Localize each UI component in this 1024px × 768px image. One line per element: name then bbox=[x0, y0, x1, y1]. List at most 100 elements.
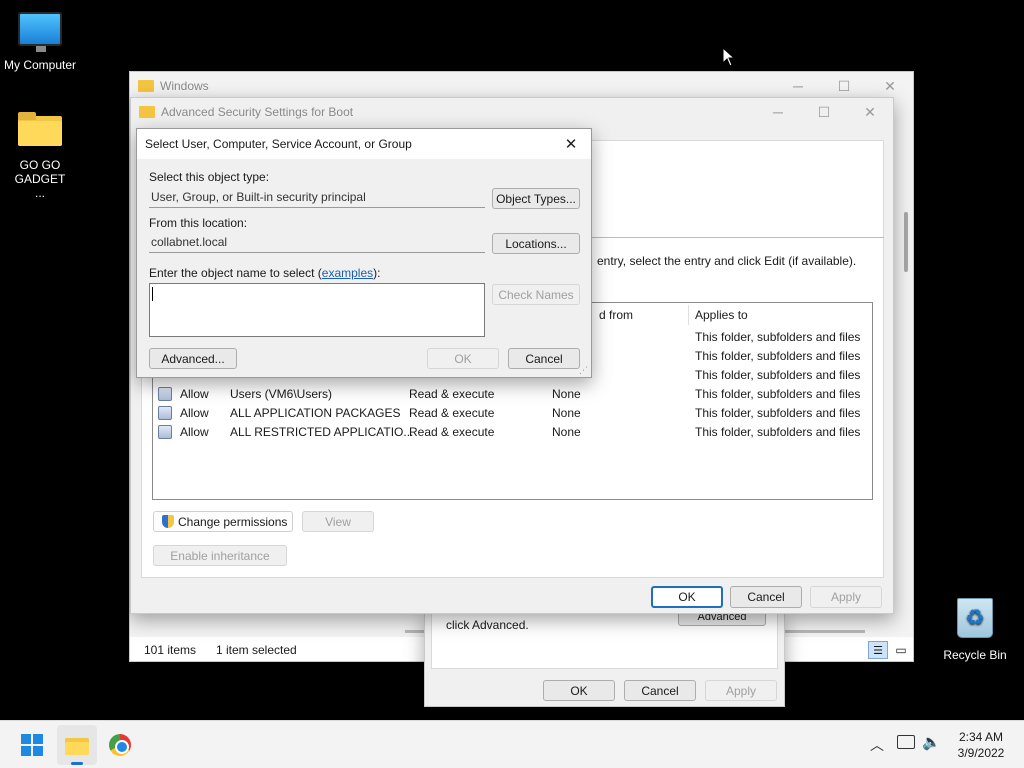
applies-to-cell: This folder, subfolders and files bbox=[695, 387, 861, 401]
clock-date: 3/9/2022 bbox=[957, 746, 1005, 760]
location-field: collabnet.local bbox=[149, 231, 485, 253]
type-cell: Allow bbox=[180, 387, 209, 401]
windows-logo-icon bbox=[21, 734, 43, 756]
section-divider bbox=[588, 237, 884, 238]
taskbar-file-explorer[interactable] bbox=[57, 725, 97, 765]
object-name-input[interactable] bbox=[149, 283, 485, 337]
properties-apply-button[interactable]: Apply bbox=[705, 680, 777, 701]
advanced-security-title: Advanced Security Settings for Boot bbox=[161, 105, 354, 119]
applies-to-cell: This folder, subfolders and files bbox=[695, 406, 861, 420]
close-button[interactable]: ✕ bbox=[867, 72, 913, 100]
table-row[interactable]: Allow ALL RESTRICTED APPLICATIO... Read … bbox=[153, 423, 872, 442]
advanced-ok-button[interactable]: OK bbox=[651, 586, 723, 608]
maximize-button[interactable]: ☐ bbox=[801, 98, 847, 126]
volume-icon[interactable]: 🔈 bbox=[922, 733, 941, 751]
folder-icon bbox=[139, 106, 155, 118]
close-button[interactable]: ✕ bbox=[847, 98, 893, 126]
desktop-icon-go-go-gadget[interactable]: GO GO GADGET ... bbox=[0, 112, 80, 200]
advanced-apply-button[interactable]: Apply bbox=[810, 586, 882, 608]
desktop-icon-label: GO GO GADGET ... bbox=[14, 158, 66, 200]
principal-cell: ALL RESTRICTED APPLICATIO... bbox=[230, 425, 414, 439]
mouse-cursor-icon bbox=[722, 47, 736, 67]
object-name-label: Enter the object name to select (example… bbox=[149, 266, 381, 280]
uac-shield-icon bbox=[162, 515, 174, 528]
properties-cancel-button[interactable]: Cancel bbox=[624, 680, 696, 701]
type-cell: Allow bbox=[180, 425, 209, 439]
recycle-bin-icon: ♻ bbox=[957, 598, 993, 638]
select-advanced-button[interactable]: Advanced... bbox=[149, 348, 237, 369]
object-types-button[interactable]: Object Types... bbox=[492, 188, 580, 209]
start-button[interactable] bbox=[12, 725, 52, 765]
desktop-icon-label: Recycle Bin bbox=[943, 648, 1007, 662]
minimize-button[interactable]: ─ bbox=[775, 72, 821, 100]
maximize-button[interactable]: ☐ bbox=[821, 72, 867, 100]
check-names-button[interactable]: Check Names bbox=[492, 284, 580, 305]
select-user-titlebar[interactable]: Select User, Computer, Service Account, … bbox=[137, 129, 591, 159]
desktop-icon-label: My Computer bbox=[3, 58, 77, 72]
object-type-field: User, Group, or Built-in security princi… bbox=[149, 186, 485, 208]
table-row[interactable]: Allow Users (VM6\Users) Read & execute N… bbox=[153, 385, 872, 404]
scrollbar[interactable] bbox=[904, 212, 908, 272]
details-view-icon[interactable]: ☰ bbox=[868, 641, 888, 659]
tiles-view-icon[interactable]: ▭ bbox=[892, 641, 910, 659]
instruction-text: entry, select the entry and click Edit (… bbox=[597, 254, 857, 268]
view-button[interactable]: View bbox=[302, 511, 374, 532]
taskbar-chrome[interactable] bbox=[100, 725, 140, 765]
column-header-applies-to[interactable]: Applies to bbox=[695, 308, 748, 322]
inherited-from-cell: None bbox=[552, 425, 581, 439]
enable-inheritance-button[interactable]: Enable inheritance bbox=[153, 545, 287, 566]
select-cancel-button[interactable]: Cancel bbox=[508, 348, 580, 369]
column-divider bbox=[688, 305, 689, 325]
principal-cell: Users (VM6\Users) bbox=[230, 387, 333, 401]
location-label: From this location: bbox=[149, 216, 248, 230]
computer-icon bbox=[18, 12, 62, 52]
active-indicator bbox=[71, 762, 83, 765]
close-button[interactable]: ✕ bbox=[557, 133, 585, 155]
object-type-label: Select this object type: bbox=[149, 170, 270, 184]
explorer-title: Windows bbox=[160, 79, 209, 93]
table-row[interactable]: Allow ALL APPLICATION PACKAGES Read & ex… bbox=[153, 404, 872, 423]
principal-cell: ALL APPLICATION PACKAGES bbox=[230, 406, 401, 420]
resize-grip-icon[interactable]: ⋰ bbox=[579, 365, 588, 376]
column-header-inherited-from[interactable]: d from bbox=[599, 308, 633, 322]
inherited-from-cell: None bbox=[552, 387, 581, 401]
select-ok-button[interactable]: OK bbox=[427, 348, 499, 369]
access-cell: Read & execute bbox=[409, 425, 495, 439]
properties-dialog[interactable]: click Advanced. Advanced OK Cancel Apply bbox=[424, 608, 785, 707]
desktop-icon-recycle-bin[interactable]: ♻ Recycle Bin bbox=[935, 598, 1015, 662]
taskbar: ︿ 🔈 2:34 AM 3/9/2022 bbox=[0, 720, 1024, 768]
clock[interactable]: 2:34 AM 3/9/2022 bbox=[950, 729, 1012, 761]
minimize-button[interactable]: ─ bbox=[755, 98, 801, 126]
status-item-count: 101 items bbox=[144, 643, 197, 657]
folder-icon bbox=[138, 80, 154, 92]
advanced-cancel-button[interactable]: Cancel bbox=[730, 586, 802, 608]
properties-panel: click Advanced. Advanced bbox=[431, 608, 778, 669]
type-cell: Allow bbox=[180, 406, 209, 420]
chrome-icon bbox=[109, 734, 131, 756]
folder-icon bbox=[18, 112, 62, 146]
properties-hint: click Advanced. bbox=[446, 618, 529, 632]
examples-link[interactable]: examples bbox=[322, 266, 373, 280]
applies-to-cell: This folder, subfolders and files bbox=[695, 330, 861, 344]
package-icon bbox=[158, 406, 172, 420]
locations-button[interactable]: Locations... bbox=[492, 233, 580, 254]
applies-to-cell: This folder, subfolders and files bbox=[695, 425, 861, 439]
select-user-dialog[interactable]: Select User, Computer, Service Account, … bbox=[136, 128, 592, 378]
show-hidden-icons-chevron-icon[interactable]: ︿ bbox=[870, 735, 884, 755]
access-cell: Read & execute bbox=[409, 387, 495, 401]
desktop-icon-my-computer[interactable]: My Computer bbox=[0, 12, 80, 72]
file-explorer-icon bbox=[65, 735, 89, 755]
status-selected: 1 item selected bbox=[216, 643, 297, 657]
change-permissions-button[interactable]: Change permissions bbox=[153, 511, 293, 532]
select-user-title: Select User, Computer, Service Account, … bbox=[145, 137, 412, 151]
access-cell: Read & execute bbox=[409, 406, 495, 420]
package-icon bbox=[158, 425, 172, 439]
clock-time: 2:34 AM bbox=[958, 730, 1004, 744]
text-cursor bbox=[152, 287, 153, 301]
network-icon[interactable] bbox=[897, 735, 915, 749]
applies-to-cell: This folder, subfolders and files bbox=[695, 368, 861, 382]
applies-to-cell: This folder, subfolders and files bbox=[695, 349, 861, 363]
user-group-icon bbox=[158, 387, 172, 401]
properties-ok-button[interactable]: OK bbox=[543, 680, 615, 701]
inherited-from-cell: None bbox=[552, 406, 581, 420]
